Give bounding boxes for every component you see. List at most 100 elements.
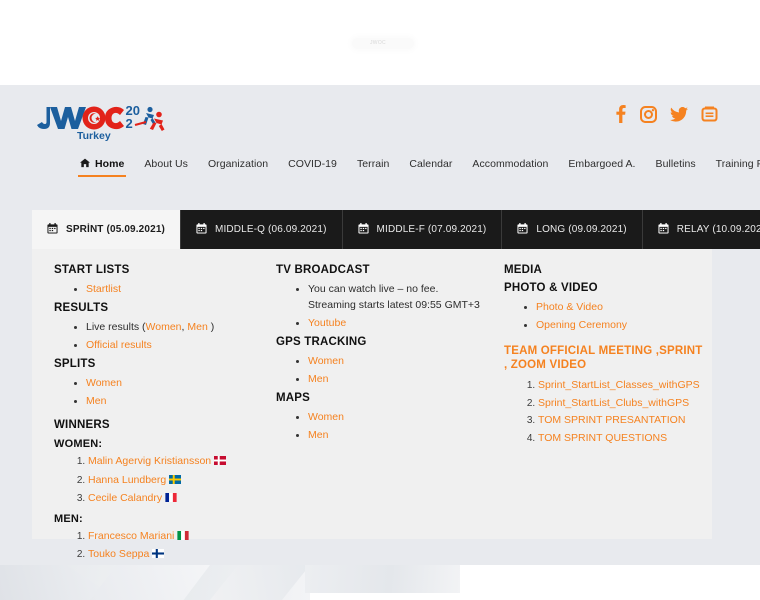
nav-item-bulletins[interactable]: Bulletins (646, 144, 706, 185)
list-item: Men (308, 427, 480, 443)
main-nav-bar: Home About Us Organization COVID-19 Terr… (0, 142, 760, 187)
home-icon (80, 158, 90, 171)
race-tabs: SPRİNT (05.09.2021) MIDDLE-Q (06.09.2021… (32, 210, 760, 249)
tv-line-1: You can watch live – no fee. (308, 283, 439, 295)
results-heading: RESULTS (54, 302, 109, 314)
ghost-banner: JWOC (352, 38, 414, 49)
winner-name[interactable]: Hanna Lundberg (88, 474, 166, 486)
winner-name[interactable]: Francesco Mariani (88, 530, 174, 542)
nav-item-accommodation[interactable]: Accommodation (462, 144, 558, 185)
nav-item-calendar[interactable]: Calendar (399, 144, 462, 185)
list-item: Touko Seppa (88, 546, 253, 564)
nav-item-about-us[interactable]: About Us (134, 144, 198, 185)
tv-line-2: Streaming starts latest 09:55 GMT+3 (308, 299, 480, 311)
splits-list: Women Men (54, 375, 253, 409)
tv-broadcast-heading: TV BROADCAST (276, 264, 370, 276)
tab-relay[interactable]: RELAY (10.09.2021) (642, 210, 760, 249)
instagram-icon[interactable] (640, 105, 657, 128)
winners-men-label: MEN (54, 512, 80, 525)
photo-video-link[interactable]: Photo & Video (536, 301, 603, 313)
start-lists-heading: START LISTS (54, 264, 130, 276)
gps-women-link[interactable]: Women (308, 355, 344, 367)
maps-heading: MAPS (276, 392, 311, 404)
photo-video-list: Photo & Video Opening Ceremony (504, 299, 704, 333)
winner-name[interactable]: Cecile Calandry (88, 492, 162, 504)
list-item: Cecile Calandry (88, 490, 253, 508)
svg-text:2: 2 (126, 116, 133, 131)
live-results-women-link[interactable]: Women (146, 321, 182, 333)
winners-women-label: WOMEN (54, 438, 99, 450)
finland-flag (152, 547, 165, 564)
official-results-link[interactable]: Official results (86, 339, 152, 351)
winners-women-colon: : (98, 438, 103, 450)
nav-item-organization[interactable]: Organization (198, 144, 278, 185)
team-meeting-list: Sprint_StartList_Classes_withGPS Sprint_… (504, 377, 704, 446)
nav-item-label: Organization (207, 158, 269, 170)
facebook-icon[interactable] (615, 105, 627, 128)
team-official-meeting-heading: TEAM OFFICIAL MEETING ,SPRINT , ZOOM VID… (504, 345, 703, 371)
gps-tracking-list: Women Men (276, 353, 480, 387)
tab-label: RELAY (10.09.2021) (676, 224, 760, 235)
tab-middle-f[interactable]: MIDDLE-F (07.09.2021) (342, 210, 503, 249)
maps-women-link[interactable]: Women (308, 411, 344, 423)
maps-men-link[interactable]: Men (308, 429, 328, 441)
photo-video-heading: PHOTO & VIDEO (504, 282, 598, 294)
panel-columns: START LISTS Startlist RESULTS Live resul… (32, 249, 712, 586)
splits-heading: SPLITS (54, 358, 96, 370)
column-results: START LISTS Startlist RESULTS Live resul… (32, 263, 259, 586)
live-results-men-link[interactable]: Men (187, 321, 207, 333)
winners-women-list: Malin Agervig Kristiansson Hanna Lundber… (54, 453, 253, 508)
winner-name[interactable]: Touko Seppa (88, 548, 149, 560)
tab-middle-q[interactable]: MIDDLE-Q (06.09.2021) (181, 210, 343, 249)
team-meeting-link[interactable]: TOM SPRINT PRESANTATION (538, 414, 685, 426)
tab-long[interactable]: LONG (09.09.2021) (502, 210, 643, 249)
list-item: Francesco Mariani (88, 528, 253, 546)
jwoc-logo[interactable]: 20 2 Turkey (36, 95, 166, 141)
list-item: TOM SPRINT PRESANTATION (538, 412, 704, 429)
calendar-icon (358, 222, 369, 237)
list-item: Men (86, 393, 253, 409)
list-item: Hanna Lundberg (88, 472, 253, 490)
calendar-icon (658, 222, 669, 237)
column-broadcast: TV BROADCAST You can watch live – no fee… (259, 263, 486, 586)
nav-item-label: Embargoed A. (568, 158, 636, 170)
nav-item-label: About Us (144, 158, 188, 170)
team-meeting-link[interactable]: TOM SPRINT QUESTIONS (538, 432, 667, 444)
list-item: Sprint_StartList_Clubs_withGPS (538, 395, 704, 412)
twitter-icon[interactable] (670, 106, 688, 127)
list-item: Photo & Video (536, 299, 704, 315)
youtube-icon[interactable] (701, 106, 718, 127)
team-meeting-link[interactable]: Sprint_StartList_Clubs_withGPS (538, 397, 689, 409)
nav-item-home[interactable]: Home (70, 144, 134, 186)
splits-men-link[interactable]: Men (86, 395, 106, 407)
list-item: You can watch live – no fee. Streaming s… (308, 281, 480, 313)
winner-name[interactable]: Malin Agervig Kristiansson (88, 455, 211, 467)
nav-item-label: Home (95, 158, 125, 170)
nav-item-terrain[interactable]: Terrain (347, 144, 399, 185)
calendar-icon (517, 222, 528, 237)
calendar-icon (196, 222, 207, 237)
results-list: Live results (Women, Men ) Official resu… (54, 319, 253, 353)
gps-tracking-heading: GPS TRACKING (276, 336, 367, 348)
team-meeting-link[interactable]: Sprint_StartList_Classes_withGPS (538, 379, 700, 391)
list-item: Opening Ceremony (536, 317, 704, 333)
list-item: Sprint_StartList_Classes_withGPS (538, 377, 704, 394)
nav-item-label: Accommodation (472, 158, 549, 170)
tab-label: MIDDLE-F (07.09.2021) (376, 224, 487, 235)
startlist-link[interactable]: Startlist (86, 283, 121, 295)
nav-item-label: Bulletins (655, 158, 696, 170)
nav-item-label: Terrain (356, 158, 390, 170)
decor-shape-c (305, 565, 460, 593)
footer-decoration (0, 565, 760, 600)
opening-ceremony-link[interactable]: Opening Ceremony (536, 319, 627, 331)
list-item: Women (308, 409, 480, 425)
nav-item-training-pos[interactable]: Training Pos. (706, 144, 760, 185)
gps-men-link[interactable]: Men (308, 373, 328, 385)
splits-women-link[interactable]: Women (86, 377, 122, 389)
nav-item-embargoed-a[interactable]: Embargoed A. (558, 144, 645, 185)
nav-item-covid-19[interactable]: COVID-19 (278, 144, 347, 185)
youtube-link[interactable]: Youtube (308, 317, 346, 329)
tab-sprint[interactable]: SPRİNT (05.09.2021) (32, 210, 182, 249)
social-links (615, 105, 718, 128)
list-item: Official results (86, 337, 253, 353)
